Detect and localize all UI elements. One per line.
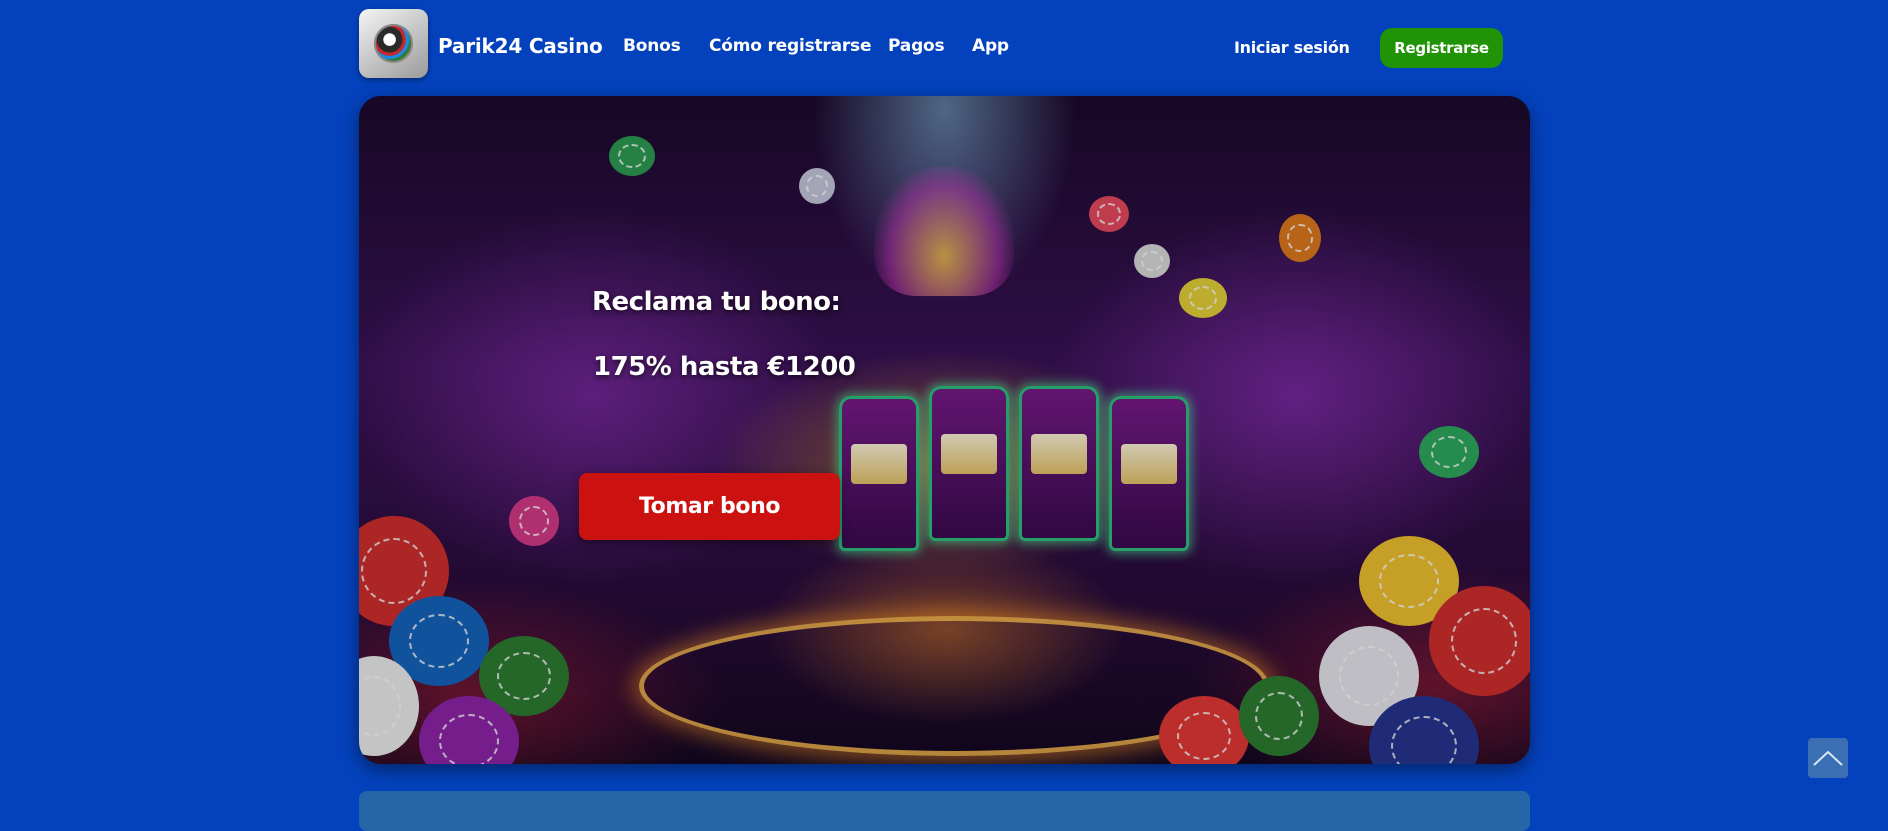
nav-item-pagos[interactable]: Pagos xyxy=(888,36,945,56)
hero-title: Reclama tu bono: xyxy=(592,287,841,317)
chip-icon xyxy=(374,24,413,63)
hero-overlay xyxy=(359,96,1530,764)
bonus-offer: 175% hasta €1200 xyxy=(593,352,856,382)
scroll-to-top-button[interactable] xyxy=(1808,738,1848,778)
nav-item-como-registrarse[interactable]: Cómo registrarse xyxy=(709,36,872,56)
take-bonus-button[interactable]: Tomar bono xyxy=(579,473,840,540)
brand-name[interactable]: Parik24 Casino xyxy=(438,34,603,58)
login-link[interactable]: Iniciar sesión xyxy=(1234,38,1350,57)
nav-item-bonos[interactable]: Bonos xyxy=(623,36,681,56)
nav-item-app[interactable]: App xyxy=(972,36,1009,56)
chevron-up-icon xyxy=(1813,750,1843,766)
register-button[interactable]: Registrarse xyxy=(1380,28,1503,68)
casino-logo-icon[interactable] xyxy=(359,9,428,78)
site-header: Parik24 Casino Bonos Cómo registrarse Pa… xyxy=(0,0,1888,92)
hero-banner: Reclama tu bono: 175% hasta €1200 Tomar … xyxy=(359,96,1530,764)
content-panel xyxy=(359,791,1530,831)
